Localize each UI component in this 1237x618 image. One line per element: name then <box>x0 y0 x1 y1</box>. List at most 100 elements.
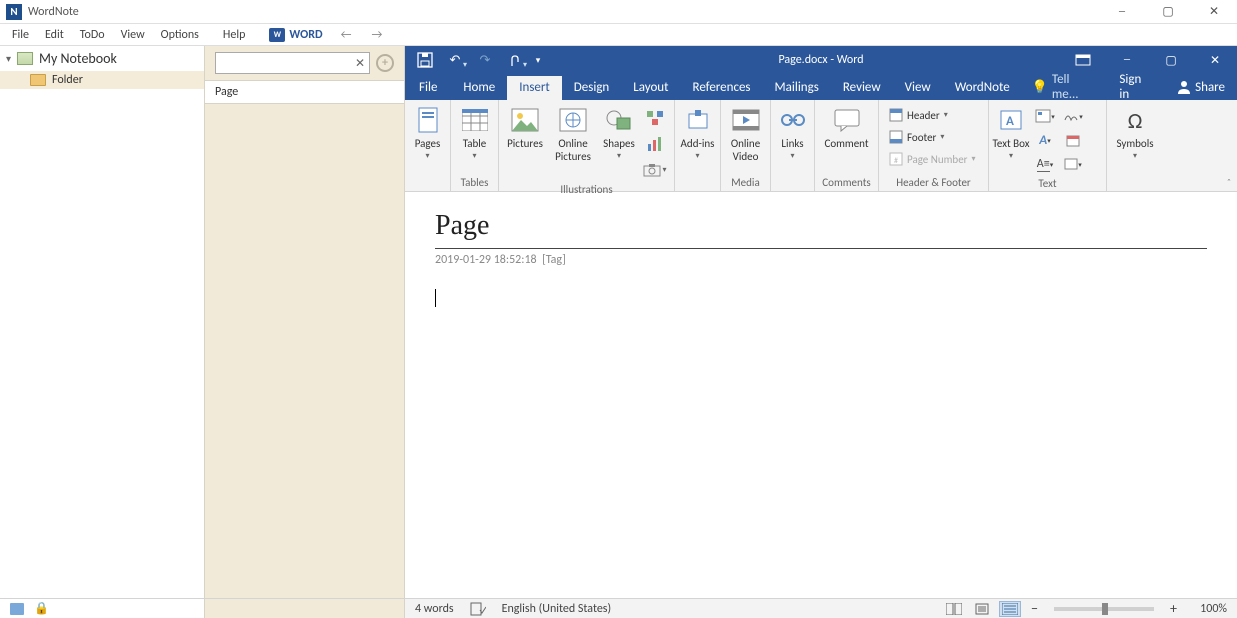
share-button[interactable]: Share <box>1165 80 1237 95</box>
ribbon-textbox-button[interactable]: A Text Box ▾ <box>991 102 1031 163</box>
qat-touchmode-button[interactable]: ▾ <box>501 46 529 74</box>
tab-layout[interactable]: Layout <box>621 76 680 100</box>
word-maximize-button[interactable]: ▢ <box>1149 46 1193 74</box>
menu-view[interactable]: View <box>113 24 153 45</box>
word-ribbon-options-button[interactable] <box>1061 46 1105 74</box>
ribbon-signature-button[interactable]: ▾ <box>1059 104 1087 128</box>
ribbon-wordart-button[interactable]: A▾ <box>1031 128 1059 152</box>
status-spellcheck-icon[interactable] <box>470 602 486 616</box>
tab-review[interactable]: Review <box>831 76 893 100</box>
person-icon <box>1177 80 1191 94</box>
search-input[interactable]: ✕ <box>215 52 370 74</box>
sidebar-notebook[interactable]: ▾ My Notebook <box>0 46 204 71</box>
status-lock-icon[interactable]: 🔒 <box>34 601 49 616</box>
ribbon-online-video-button[interactable]: Online Video <box>723 102 768 165</box>
clear-search-icon[interactable]: ✕ <box>355 56 365 71</box>
page-title: Page <box>435 210 1207 242</box>
ribbon-table-button[interactable]: Table ▾ <box>453 102 496 163</box>
status-word-count[interactable]: 4 words <box>415 602 454 616</box>
ribbon-object-button[interactable]: ▾ <box>1059 152 1087 176</box>
ribbon-datetime-button[interactable] <box>1059 128 1087 152</box>
ribbon-links-button[interactable]: Links ▾ <box>773 102 812 163</box>
svg-text:#: # <box>894 156 898 166</box>
add-page-button[interactable]: + <box>376 54 394 72</box>
window-minimize-button[interactable]: ─ <box>1099 0 1145 24</box>
ribbon-smartart-button[interactable] <box>641 106 669 130</box>
window-close-button[interactable]: ✕ <box>1191 0 1237 24</box>
menu-help[interactable]: Help <box>215 24 254 45</box>
online-picture-icon <box>557 104 589 136</box>
window-maximize-button[interactable]: ▢ <box>1145 0 1191 24</box>
zoom-out-button[interactable]: − <box>1027 600 1042 617</box>
tab-insert[interactable]: Insert <box>507 76 562 100</box>
ribbon-quickparts-button[interactable]: ▾ <box>1031 104 1059 128</box>
qat-customize-button[interactable]: ▾ <box>531 46 545 74</box>
ribbon-pages-button[interactable]: Pages ▾ <box>407 102 448 163</box>
svg-text:A: A <box>1006 114 1014 129</box>
status-language[interactable]: English (United States) <box>502 602 612 616</box>
ribbon-comments-group-label: Comments <box>817 175 876 191</box>
tab-view[interactable]: View <box>893 76 943 100</box>
ribbon-page-number-button[interactable]: #Page Number▾ <box>885 148 980 170</box>
ribbon-pictures-button[interactable]: Pictures <box>501 102 549 153</box>
page-list-item[interactable]: Page <box>205 80 404 104</box>
ribbon-footer-button[interactable]: Footer▾ <box>885 126 948 148</box>
signin-button[interactable]: Sign in <box>1107 72 1165 102</box>
omega-icon: Ω <box>1119 104 1151 136</box>
menu-edit[interactable]: Edit <box>37 24 72 45</box>
ribbon-hf-group-label: Header & Footer <box>881 175 986 191</box>
ribbon-online-pictures-button[interactable]: Online Pictures <box>549 102 597 165</box>
ribbon-screenshot-button[interactable]: ▾ <box>641 158 669 182</box>
folder-icon <box>30 74 46 86</box>
sidebar-folder[interactable]: Folder <box>0 71 204 89</box>
ribbon-symbols-button[interactable]: Ω Symbols ▾ <box>1109 102 1161 163</box>
ribbon-illustrations-group-label: Illustrations <box>501 182 672 198</box>
page-list-panel: ✕ + Page <box>205 46 405 598</box>
ribbon-shapes-button[interactable]: Shapes ▾ <box>597 102 641 163</box>
table-icon <box>459 104 491 136</box>
ribbon-collapse-button[interactable]: ˆ <box>1227 176 1231 189</box>
app-title: WordNote <box>28 5 79 19</box>
ribbon-addins-button[interactable]: Add-ins ▾ <box>677 102 718 163</box>
word-close-button[interactable]: ✕ <box>1193 46 1237 74</box>
ribbon-header-button[interactable]: Header▾ <box>885 104 952 126</box>
zoom-slider[interactable] <box>1054 607 1154 611</box>
ribbon-chart-button[interactable] <box>641 132 669 156</box>
qat-undo-button[interactable]: ↶▾ <box>441 46 469 74</box>
nav-back-button[interactable]: ← <box>331 28 362 42</box>
page-item-label: Page <box>215 85 238 99</box>
tellme-search[interactable]: 💡 Tell me... <box>1022 72 1108 102</box>
menu-options[interactable]: Options <box>153 24 207 45</box>
zoom-level[interactable]: 100% <box>1187 602 1227 616</box>
ribbon-comment-button[interactable]: Comment <box>817 102 876 153</box>
footer-icon <box>889 130 903 144</box>
zoom-in-button[interactable]: + <box>1166 600 1181 617</box>
qat-redo-button[interactable]: ↷ <box>471 46 499 74</box>
nav-forward-button[interactable]: → <box>361 28 392 42</box>
status-notebook-icon[interactable] <box>10 603 24 615</box>
view-read-button[interactable] <box>943 601 965 617</box>
tab-design[interactable]: Design <box>562 76 621 100</box>
word-minimize-button[interactable]: ─ <box>1105 46 1149 74</box>
word-embedded: ↶▾ ↷ ▾ ▾ Page.docx - Word ─ ▢ ✕ File Hom… <box>405 46 1237 598</box>
qat-save-button[interactable] <box>411 46 439 74</box>
word-doc-title: Page.docx - Word <box>778 53 863 67</box>
sidebar: ▾ My Notebook Folder <box>0 46 205 598</box>
view-web-button[interactable] <box>999 601 1021 617</box>
menu-word-toggle[interactable]: W WORD <box>261 24 330 45</box>
ribbon-media-group-label: Media <box>723 175 768 191</box>
menu-file[interactable]: File <box>4 24 37 45</box>
ribbon-comment-label: Comment <box>824 138 868 151</box>
ribbon-dropcap-button[interactable]: A≡▾ <box>1031 152 1059 176</box>
menu-todo[interactable]: ToDo <box>72 24 113 45</box>
view-print-button[interactable] <box>971 601 993 617</box>
document-area[interactable]: Page 2019-01-29 18:52:18 [Tag] <box>405 192 1237 598</box>
addins-icon <box>682 104 714 136</box>
tab-file[interactable]: File <box>405 76 451 100</box>
page-timestamp: 2019-01-29 18:52:18 <box>435 253 537 267</box>
link-icon <box>777 104 809 136</box>
tab-home[interactable]: Home <box>451 76 507 100</box>
tab-mailings[interactable]: Mailings <box>763 76 831 100</box>
tab-wordnote[interactable]: WordNote <box>943 76 1022 100</box>
tab-references[interactable]: References <box>681 76 763 100</box>
